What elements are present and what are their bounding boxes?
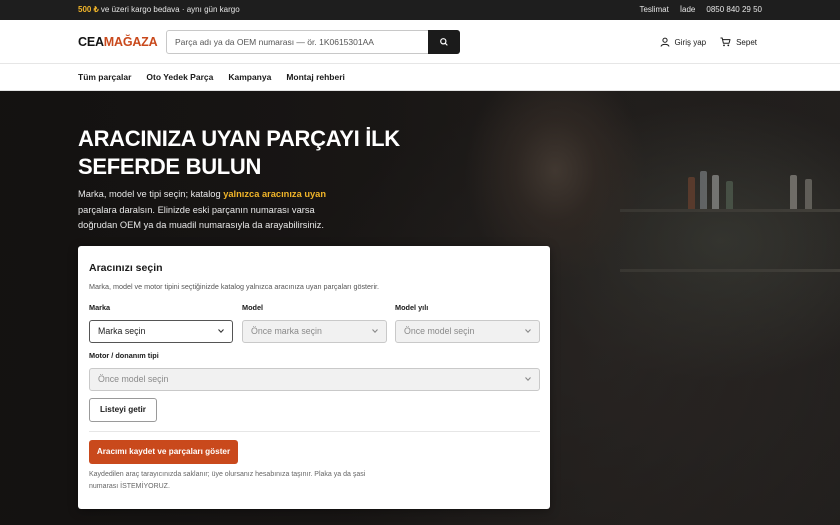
hero-desc-end: parçalara daralsın. Elinizde eski parçan…: [78, 204, 324, 231]
search-box: [166, 30, 460, 54]
model-label: Model: [242, 303, 264, 312]
delivery-link[interactable]: Teslimat: [639, 5, 668, 14]
chevron-down-icon: [218, 329, 224, 334]
user-icon: [660, 37, 670, 47]
search-icon: [440, 38, 448, 46]
login-label: Giriş yap: [674, 37, 707, 47]
hero-desc-start: Marka, model ve tipi seçin; katalog: [78, 189, 224, 199]
login-button[interactable]: Giriş yap: [660, 37, 707, 47]
brand-select-value: Marka seçin: [98, 326, 146, 336]
shipping-promo: 500 ₺ ve üzeri kargo bedava · aynı gün k…: [78, 5, 240, 14]
cart-button[interactable]: Sepet: [720, 37, 757, 47]
hero-description: Marka, model ve tipi seçin; katalog yaln…: [78, 187, 338, 234]
site-header: CEAMAĞAZA Giriş yap Sepet: [0, 20, 840, 64]
brand-label: Marka: [89, 303, 111, 312]
search-button[interactable]: [428, 30, 460, 54]
selector-subtitle: Marka, model ve motor tipini seçtiğinizd…: [89, 282, 380, 291]
cart-icon: [720, 37, 731, 47]
main-nav: Tüm parçalar Oto Yedek Parça Kampanya Mo…: [0, 64, 840, 91]
nav-item-all-parts[interactable]: Tüm parçalar: [78, 72, 131, 82]
year-select-value: Önce model seçin: [404, 326, 475, 336]
privacy-note: Kaydedilen araç tarayıcınızda saklanır; …: [89, 471, 366, 490]
model-select-value: Önce marka seçin: [251, 326, 322, 336]
chevron-down-icon: [525, 329, 531, 334]
selector-title: Aracınızı seçin: [89, 262, 163, 274]
nav-item-install-guide[interactable]: Montaj rehberi: [286, 72, 345, 82]
hero-title: ARACINIZA UYAN PARÇAYI İLK SEFERDE BULUN: [78, 126, 400, 179]
engine-select[interactable]: Önce model seçin: [89, 368, 540, 391]
header-actions: Giriş yap Sepet: [660, 37, 757, 47]
engine-select-value: Önce model seçin: [98, 374, 169, 384]
cart-label: Sepet: [736, 37, 757, 47]
hero-desc-highlight: yalnızca aracınıza uyan: [223, 189, 327, 199]
chevron-down-icon: [372, 329, 378, 334]
promo-text: ve üzeri kargo bedava · aynı gün kargo: [98, 5, 240, 14]
returns-link[interactable]: İade: [680, 5, 696, 14]
promo-amount: 500 ₺: [78, 5, 99, 14]
phone-link[interactable]: 0850 840 29 50: [706, 5, 762, 14]
logo-part-2: MAĞAZA: [103, 35, 158, 49]
list-parts-button[interactable]: Listeyi getir: [89, 398, 157, 422]
logo-part-1: CEA: [78, 35, 104, 49]
year-label: Model yılı: [395, 303, 429, 312]
engine-label: Motor / donanım tipi: [89, 351, 159, 360]
model-select[interactable]: Önce marka seçin: [242, 320, 387, 343]
top-links: Teslimat İade 0850 840 29 50: [639, 5, 762, 14]
top-bar: 500 ₺ ve üzeri kargo bedava · aynı gün k…: [0, 0, 840, 20]
hero-section: ARACINIZA UYAN PARÇAYI İLK SEFERDE BULUN…: [0, 91, 840, 525]
search-input[interactable]: [167, 31, 429, 53]
nav-item-auto-parts[interactable]: Oto Yedek Parça: [146, 72, 213, 82]
brand-select[interactable]: Marka seçin: [89, 320, 233, 343]
save-vehicle-button[interactable]: Aracımı kaydet ve parçaları göster: [89, 440, 238, 464]
nav-item-campaign[interactable]: Kampanya: [228, 72, 271, 82]
chevron-down-icon: [525, 377, 531, 382]
year-select[interactable]: Önce model seçin: [395, 320, 540, 343]
site-logo[interactable]: CEAMAĞAZA: [78, 35, 158, 49]
vehicle-selector-card: Aracınızı seçin Marka, model ve motor ti…: [78, 246, 550, 509]
card-divider: [89, 431, 540, 432]
